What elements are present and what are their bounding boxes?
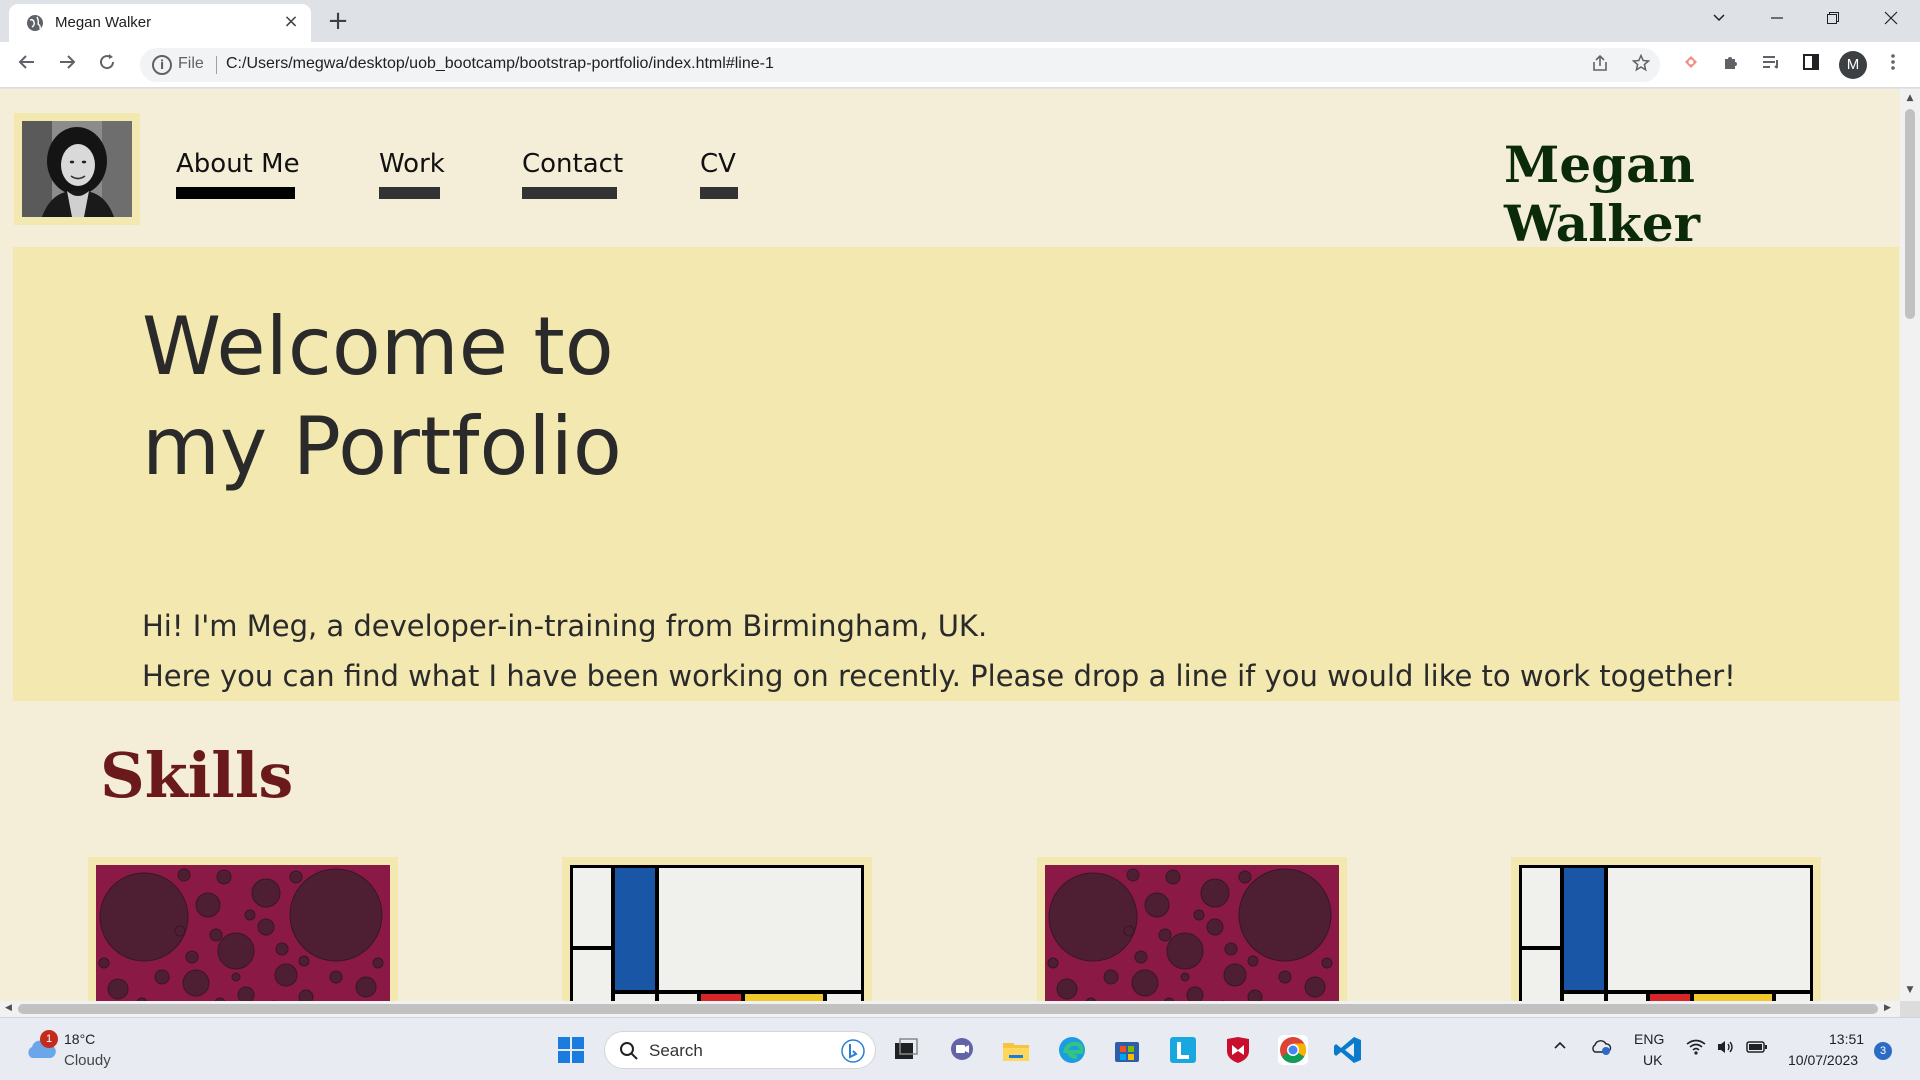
- skill-card[interactable]: [88, 857, 398, 1001]
- scroll-down-arrow-icon[interactable]: ▼: [1904, 985, 1916, 995]
- scroll-right-arrow-icon[interactable]: ▶: [1884, 1003, 1891, 1013]
- new-tab-button[interactable]: +: [324, 8, 352, 36]
- volume-icon[interactable]: [1716, 1039, 1736, 1058]
- search-icon: [620, 1042, 638, 1060]
- clock-date[interactable]: 10/07/2023: [1788, 1052, 1858, 1068]
- profile-photo: [22, 121, 132, 217]
- chrome-icon[interactable]: [1278, 1035, 1308, 1065]
- wifi-icon[interactable]: [1686, 1039, 1706, 1058]
- profile-photo-frame: [14, 113, 140, 225]
- tab-close-icon[interactable]: ×: [281, 12, 301, 32]
- clock-time[interactable]: 13:51: [1829, 1031, 1864, 1047]
- extension-red-icon[interactable]: [1677, 51, 1705, 79]
- taskbar-search[interactable]: Search: [604, 1031, 876, 1069]
- hero-section: Welcome to my Portfolio Hi! I'm Meg, a d…: [13, 247, 1899, 701]
- side-panel-icon[interactable]: [1797, 51, 1825, 79]
- url-text[interactable]: C:/Users/megwa/desktop/uob_bootcamp/boot…: [226, 55, 774, 73]
- vertical-scrollbar[interactable]: ▲ ▼: [1900, 89, 1920, 1001]
- task-view-icon[interactable]: [891, 1035, 921, 1065]
- weather-temperature: 18°C: [64, 1031, 96, 1047]
- notification-count-badge[interactable]: 3: [1874, 1042, 1892, 1060]
- os-taskbar: 1 18°C Cloudy Search ENG UK 13:51 10/07/…: [0, 1017, 1920, 1080]
- bubbles-artwork: [1045, 865, 1339, 1001]
- horizontal-scrollbar[interactable]: ◀ ▶: [0, 1001, 1900, 1017]
- hero-title-line-1: Welcome to: [142, 300, 614, 393]
- nav-about-me-underline: [176, 187, 295, 199]
- share-icon[interactable]: [1586, 51, 1614, 79]
- bing-icon[interactable]: [841, 1039, 865, 1063]
- more-menu-icon[interactable]: [1879, 51, 1907, 79]
- restore-icon[interactable]: [1818, 6, 1848, 34]
- address-bar[interactable]: i File C:/Users/megwa/desktop/uob_bootca…: [140, 48, 1660, 82]
- teams-chat-icon[interactable]: [947, 1035, 977, 1065]
- nav-contact[interactable]: Contact: [522, 149, 623, 179]
- scroll-up-arrow-icon[interactable]: ▲: [1904, 93, 1916, 103]
- skills-heading: Skills: [100, 739, 294, 812]
- weather-alert-badge: 1: [40, 1030, 58, 1048]
- hero-intro-line-1: Hi! I'm Meg, a developer-in-training fro…: [142, 609, 988, 643]
- scroll-left-arrow-icon[interactable]: ◀: [5, 1003, 12, 1013]
- back-arrow-icon[interactable]: [13, 51, 41, 79]
- mcafee-shield-icon[interactable]: [1223, 1035, 1253, 1065]
- page-viewport: About Me Work Contact CV Megan Walker We…: [0, 89, 1900, 1001]
- forward-arrow-icon[interactable]: [53, 51, 81, 79]
- skill-card[interactable]: [1511, 857, 1821, 1001]
- chevron-down-icon[interactable]: [1704, 6, 1734, 34]
- weather-condition: Cloudy: [64, 1052, 111, 1069]
- nav-cv-underline: [700, 187, 738, 199]
- browser-tab[interactable]: Megan Walker ×: [9, 4, 311, 42]
- skill-card[interactable]: [1037, 857, 1347, 1001]
- file-explorer-icon[interactable]: [1001, 1035, 1031, 1065]
- horizontal-scroll-thumb[interactable]: [18, 1004, 1878, 1014]
- nav-work[interactable]: Work: [379, 149, 445, 179]
- battery-icon[interactable]: [1746, 1040, 1768, 1057]
- search-placeholder: Search: [649, 1041, 703, 1060]
- edge-browser-icon[interactable]: [1057, 1035, 1087, 1065]
- vertical-scroll-thumb[interactable]: [1905, 109, 1915, 319]
- hero-title-line-2: my Portfolio: [142, 400, 622, 493]
- bubbles-artwork: [96, 865, 390, 1001]
- tray-overflow-chevron-icon[interactable]: [1552, 1038, 1568, 1059]
- nav-contact-underline: [522, 187, 617, 199]
- close-icon[interactable]: [1876, 6, 1906, 34]
- browser-toolbar: i File C:/Users/megwa/desktop/uob_bootca…: [0, 42, 1920, 88]
- language-indicator-line-2[interactable]: UK: [1643, 1052, 1662, 1068]
- url-scheme-label: File: [178, 55, 204, 72]
- url-divider: [216, 56, 217, 74]
- reload-icon[interactable]: [93, 51, 121, 79]
- mondrian-artwork: [1519, 865, 1813, 1001]
- onedrive-info-icon[interactable]: [1590, 1038, 1612, 1059]
- microsoft-store-icon[interactable]: [1112, 1035, 1142, 1065]
- hero-intro-line-2: Here you can find what I have been worki…: [142, 659, 1736, 693]
- bookmark-star-icon[interactable]: [1627, 51, 1655, 79]
- l-app-icon[interactable]: [1168, 1035, 1198, 1065]
- scrollbar-corner: [1900, 1001, 1920, 1017]
- info-icon[interactable]: i: [152, 55, 172, 75]
- profile-avatar[interactable]: M: [1839, 51, 1867, 79]
- vscode-icon[interactable]: [1333, 1035, 1363, 1065]
- browser-tab-strip: Megan Walker × +: [0, 0, 1920, 42]
- reading-list-icon[interactable]: [1757, 51, 1785, 79]
- mondrian-artwork: [570, 865, 864, 1001]
- site-header: About Me Work Contact CV Megan Walker: [0, 89, 1900, 253]
- nav-about-me[interactable]: About Me: [176, 149, 300, 179]
- nav-work-underline: [379, 187, 440, 199]
- tab-title: Megan Walker: [55, 14, 152, 31]
- globe-icon: [27, 15, 43, 31]
- extensions-puzzle-icon[interactable]: [1717, 51, 1745, 79]
- skill-card[interactable]: [562, 857, 872, 1001]
- minimize-icon[interactable]: [1762, 6, 1792, 34]
- hero-title: Welcome to my Portfolio: [142, 297, 622, 497]
- windows-start-icon[interactable]: [557, 1036, 585, 1064]
- nav-cv[interactable]: CV: [700, 149, 736, 179]
- language-indicator-line-1[interactable]: ENG: [1634, 1031, 1664, 1047]
- site-name-heading: Megan Walker: [1504, 135, 1700, 253]
